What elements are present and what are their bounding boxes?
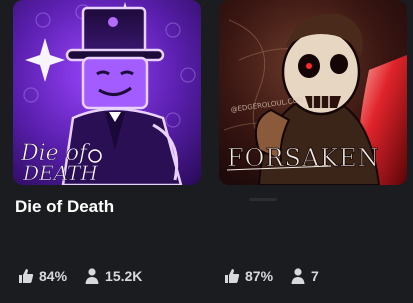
players-stat: 15.2K — [83, 267, 142, 285]
person-icon — [291, 268, 305, 284]
rating-value: 84% — [39, 268, 68, 284]
thumbs-up-icon — [19, 269, 34, 283]
game-grid: Die of DEATH Die of Death 84% 15.2K @EDG… — [0, 0, 413, 303]
thumbs-up-icon — [225, 269, 240, 283]
players-value: 7 — [311, 268, 319, 284]
thumbnail-art: @EDGEROLOUL.CON FORSAKEN — [219, 0, 407, 185]
svg-text:DEATH: DEATH — [22, 161, 98, 185]
game-thumbnail[interactable]: @EDGEROLOUL.CON FORSAKEN — [219, 0, 407, 185]
rating-stat: 84% — [17, 267, 67, 285]
game-card-forsaken[interactable]: @EDGEROLOUL.CON FORSAKEN 87% 7 — [219, 0, 407, 303]
rating-value: 87% — [245, 268, 274, 284]
thumbnail-art: Die of DEATH — [13, 0, 201, 185]
game-card-die-of-death[interactable]: Die of DEATH Die of Death 84% 15.2K — [13, 0, 201, 303]
rating-stat: 87% — [223, 267, 273, 285]
person-icon — [85, 268, 99, 284]
players-stat: 7 — [289, 267, 319, 285]
players-value: 15.2K — [105, 268, 143, 284]
game-thumbnail[interactable]: Die of DEATH — [13, 0, 201, 185]
svg-text:FORSAKEN: FORSAKEN — [227, 144, 380, 172]
game-stats: 84% 15.2K — [17, 264, 158, 288]
game-logo: FORSAKEN — [227, 144, 380, 173]
game-title[interactable]: Die of Death — [15, 197, 114, 217]
game-stats: 87% 7 — [223, 264, 335, 288]
game-title-placeholder[interactable] — [249, 198, 277, 201]
